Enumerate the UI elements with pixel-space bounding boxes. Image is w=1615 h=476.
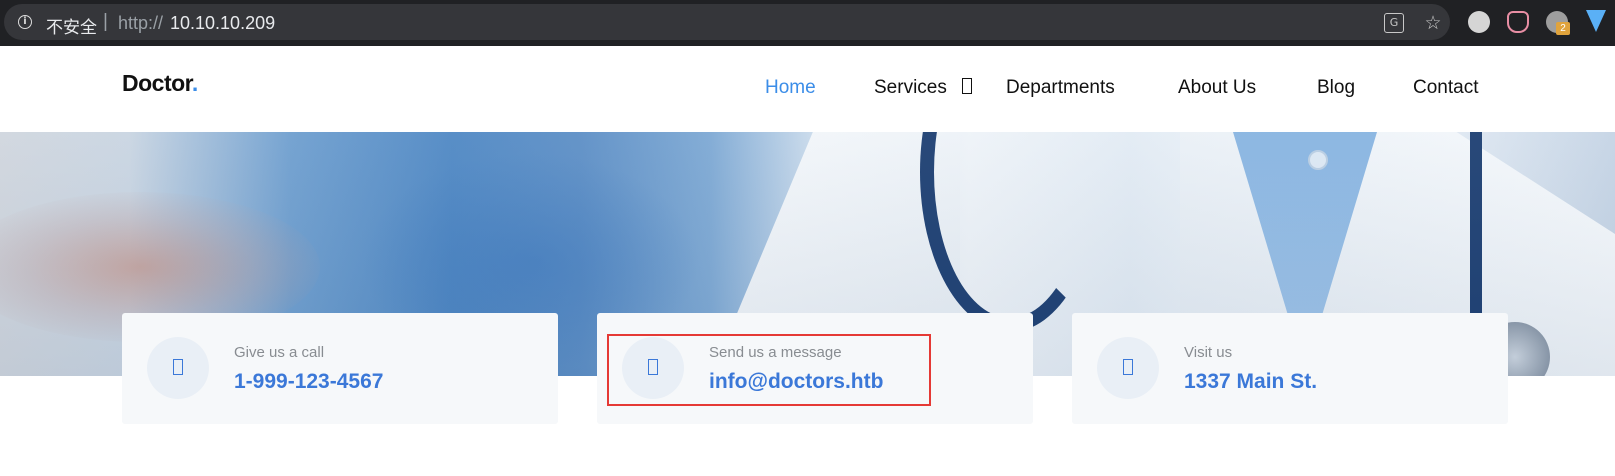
address-link[interactable]: 1337 Main St. [1184, 370, 1317, 394]
star-icon[interactable]: ☆ [1423, 13, 1443, 33]
browser-toolbar: i 不安全 | http:// 10.10.10.209 G ☆ 2 [0, 0, 1615, 46]
url-scheme[interactable]: http:// [118, 13, 163, 34]
site-logo[interactable]: Doctor. [122, 70, 198, 97]
translate-icon[interactable]: G [1384, 13, 1404, 33]
nav-departments[interactable]: Departments [1006, 77, 1115, 99]
phone-link[interactable]: 1-999-123-4567 [234, 370, 383, 394]
contact-card-call: Give us a call 1-999-123-4567 [122, 313, 558, 424]
nav-blog[interactable]: Blog [1317, 77, 1355, 99]
nav-about-us[interactable]: About Us [1178, 77, 1256, 99]
card-label: Give us a call [234, 344, 325, 361]
logo-dot: . [191, 70, 198, 96]
separator: | [103, 11, 108, 32]
card-label: Visit us [1184, 344, 1233, 361]
highlight-annotation [607, 334, 931, 406]
diamond-icon[interactable] [1586, 10, 1606, 32]
nav-contact[interactable]: Contact [1413, 77, 1478, 99]
security-label[interactable]: 不安全 [46, 13, 97, 38]
extension-badge: 2 [1556, 22, 1570, 35]
cat-icon[interactable] [1507, 11, 1529, 33]
ghostery-icon[interactable] [1468, 11, 1490, 33]
nav-home[interactable]: Home [765, 77, 816, 99]
phone-icon [147, 337, 209, 399]
chevron-down-icon[interactable] [962, 78, 972, 94]
url-host[interactable]: 10.10.10.209 [170, 13, 275, 34]
nav-services[interactable]: Services [874, 77, 947, 99]
extension-icon[interactable]: 2 [1546, 11, 1570, 35]
address-bar[interactable]: i 不安全 | http:// 10.10.10.209 G ☆ [4, 4, 1450, 40]
info-icon[interactable]: i [18, 15, 32, 29]
map-pin-icon [1097, 337, 1159, 399]
site-header: Doctor. Home Services Departments About … [0, 46, 1615, 132]
logo-text: Doctor [122, 70, 192, 96]
contact-card-visit: Visit us 1337 Main St. [1072, 313, 1508, 424]
